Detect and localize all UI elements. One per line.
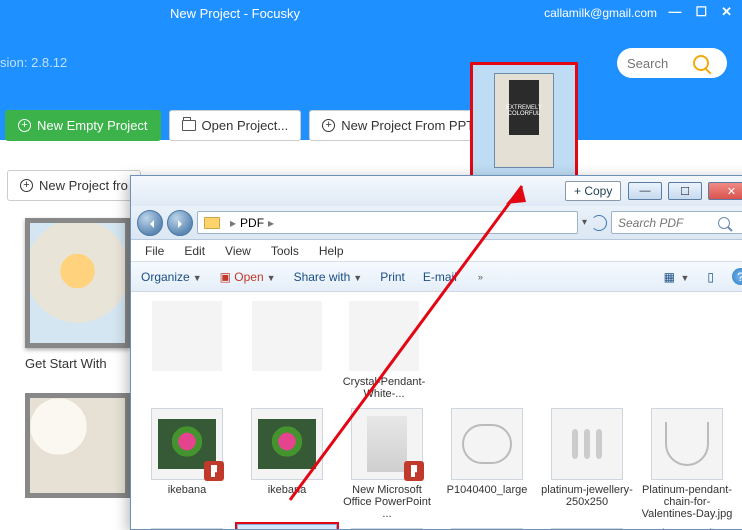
file-thumb bbox=[651, 528, 723, 529]
file-item[interactable] bbox=[537, 524, 637, 529]
close-icon[interactable]: ✕ bbox=[721, 4, 732, 20]
file-thumb bbox=[551, 528, 623, 529]
file-name: P1040400_large bbox=[439, 484, 535, 496]
maximize-icon[interactable]: ☐ bbox=[695, 4, 707, 20]
file-item[interactable] bbox=[137, 524, 237, 529]
menu-edit[interactable]: Edit bbox=[184, 244, 205, 258]
file-thumb bbox=[351, 528, 423, 529]
version-label: sion: 2.8.12 bbox=[0, 55, 67, 70]
app-header: New Project - Focusky callamilk@gmail.co… bbox=[0, 0, 742, 140]
explorer-search-input[interactable] bbox=[618, 216, 718, 230]
file-item[interactable]: Platinum-pendant-chain-for-Valentines-Da… bbox=[637, 404, 737, 524]
file-explorer-window: + Copy — ☐ ✕ ▸ PDF ▸ ▾ File Edit View To… bbox=[130, 175, 742, 530]
open-project-label: Open Project... bbox=[202, 118, 289, 133]
file-item[interactable]: ikebana bbox=[237, 404, 337, 524]
file-item-selected[interactable] bbox=[237, 524, 337, 529]
file-thumb bbox=[348, 300, 420, 372]
file-item[interactable]: New Microsoft Office PowerPoint ... bbox=[337, 404, 437, 524]
search-box[interactable] bbox=[617, 48, 727, 78]
new-project-from-label: New Project fro bbox=[39, 178, 128, 193]
file-item[interactable]: platinum-jewellery-250x250 bbox=[537, 404, 637, 524]
plus-icon: + bbox=[18, 119, 31, 132]
word-doc-icon bbox=[663, 528, 711, 529]
file-item[interactable] bbox=[437, 524, 537, 529]
user-email[interactable]: callamilk@gmail.com bbox=[544, 6, 657, 20]
open-project-button[interactable]: Open Project... bbox=[169, 110, 302, 141]
new-from-ppt-button[interactable]: + New Project From PPT bbox=[309, 110, 487, 141]
file-item[interactable]: Crystal-Pendant-White-... bbox=[337, 296, 431, 404]
file-thumb bbox=[251, 300, 323, 372]
file-name: Platinum-pendant-chain-for-Valentines-Da… bbox=[639, 484, 735, 520]
explorer-titlebar[interactable]: + Copy — ☐ ✕ bbox=[131, 176, 742, 206]
cmd-email[interactable]: E-mail bbox=[423, 270, 457, 284]
copy-button[interactable]: + Copy bbox=[565, 181, 621, 201]
template-thumb[interactable] bbox=[25, 393, 130, 498]
file-name: ikebana bbox=[139, 484, 235, 496]
file-thumb bbox=[551, 408, 623, 480]
drop-preview-image: EXTREMELY COLORFUL bbox=[494, 73, 554, 168]
explorer-menubar: File Edit View Tools Help bbox=[131, 240, 742, 262]
menu-tools[interactable]: Tools bbox=[271, 244, 299, 258]
explorer-search[interactable] bbox=[611, 211, 742, 234]
forward-button[interactable] bbox=[167, 210, 193, 236]
help-icon[interactable]: ? bbox=[732, 268, 742, 285]
file-thumb bbox=[251, 408, 323, 480]
minimize-icon[interactable]: — bbox=[668, 4, 681, 20]
cmd-open[interactable]: ▣ Open▼ bbox=[220, 270, 276, 284]
cmd-print[interactable]: Print bbox=[380, 270, 405, 284]
file-name: New Microsoft Office PowerPoint ... bbox=[339, 484, 435, 520]
breadcrumb[interactable]: ▸ PDF ▸ bbox=[197, 211, 578, 234]
search-icon bbox=[718, 217, 730, 229]
minimize-button[interactable]: — bbox=[628, 182, 662, 200]
file-thumb bbox=[651, 408, 723, 480]
file-thumb bbox=[451, 408, 523, 480]
plus-icon: + bbox=[322, 119, 335, 132]
file-item[interactable] bbox=[237, 296, 337, 404]
file-item[interactable]: P1040400_large bbox=[437, 404, 537, 524]
back-button[interactable] bbox=[137, 210, 163, 236]
drop-preview-highlight: EXTREMELY COLORFUL bbox=[470, 62, 578, 182]
cmd-share[interactable]: Share with▼ bbox=[294, 270, 363, 284]
file-item[interactable] bbox=[337, 524, 437, 529]
view-mode-icon[interactable]: ▦ ▼ bbox=[664, 270, 690, 284]
file-thumb bbox=[451, 528, 523, 529]
file-name: platinum-jewellery-250x250 bbox=[539, 484, 635, 508]
breadcrumb-folder[interactable]: PDF bbox=[240, 216, 264, 230]
plus-icon: + bbox=[20, 179, 33, 192]
maximize-button[interactable]: ☐ bbox=[668, 182, 702, 200]
explorer-command-bar: Organize▼ ▣ Open▼ Share with▼ Print E-ma… bbox=[131, 262, 742, 292]
file-item[interactable] bbox=[637, 524, 737, 529]
app-title: New Project - Focusky bbox=[170, 6, 300, 21]
explorer-navbar: ▸ PDF ▸ ▾ bbox=[131, 206, 742, 240]
close-button[interactable]: ✕ bbox=[708, 182, 742, 200]
pdf-icon bbox=[204, 461, 224, 481]
file-name: Crystal-Pendant-White-... bbox=[339, 376, 429, 400]
file-item[interactable]: ikebana bbox=[137, 404, 237, 524]
new-project-from-button[interactable]: + New Project fro bbox=[7, 170, 141, 201]
file-list: Crystal-Pendant-White-... ikebana ikeban… bbox=[131, 292, 742, 529]
new-from-ppt-label: New Project From PPT bbox=[341, 118, 474, 133]
refresh-icon[interactable] bbox=[591, 215, 607, 231]
file-name: ikebana bbox=[239, 484, 335, 496]
new-empty-project-button[interactable]: + New Empty Project bbox=[5, 110, 161, 141]
search-icon[interactable] bbox=[693, 55, 709, 71]
file-item[interactable] bbox=[137, 296, 237, 404]
menu-file[interactable]: File bbox=[145, 244, 164, 258]
template-thumb[interactable] bbox=[25, 218, 130, 348]
search-input[interactable] bbox=[627, 56, 687, 71]
drop-preview-text: EXTREMELY COLORFUL bbox=[495, 105, 553, 117]
file-thumb bbox=[151, 528, 223, 529]
menu-help[interactable]: Help bbox=[319, 244, 344, 258]
file-thumb bbox=[351, 408, 423, 480]
folder-icon bbox=[182, 120, 196, 131]
preview-pane-icon[interactable]: ▯ bbox=[707, 270, 714, 284]
cmd-organize[interactable]: Organize▼ bbox=[141, 270, 202, 284]
menu-view[interactable]: View bbox=[225, 244, 251, 258]
pdf-icon bbox=[404, 461, 424, 481]
file-thumb bbox=[151, 408, 223, 480]
file-thumb bbox=[151, 300, 223, 372]
folder-icon bbox=[204, 217, 220, 229]
new-empty-label: New Empty Project bbox=[37, 118, 148, 133]
